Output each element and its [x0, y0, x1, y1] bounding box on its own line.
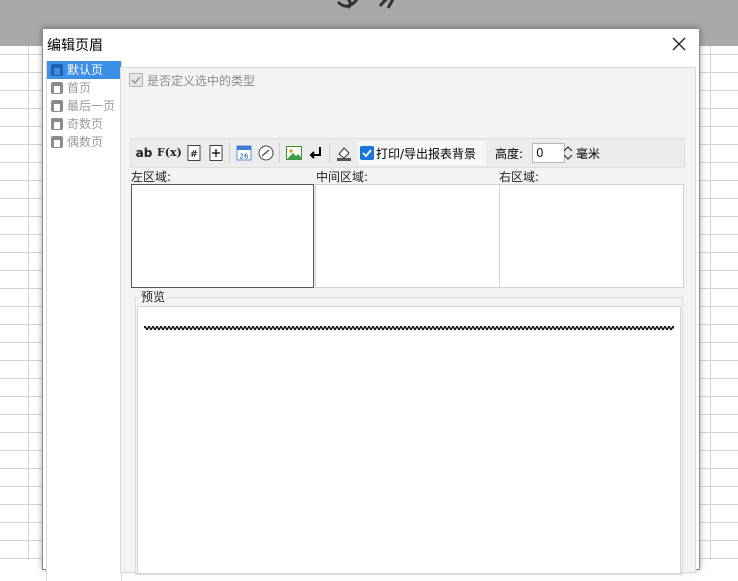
print-background-option: 打印/导出报表背景 — [358, 141, 486, 165]
insert-toolbar: ab F(x) # 26 打印/导出报表背景 高度: 0 毫米 — [130, 138, 685, 168]
svg-text:#: # — [190, 149, 198, 160]
page-icon — [51, 118, 63, 130]
height-spinner-icon[interactable] — [562, 143, 574, 163]
date-icon[interactable]: 26 — [235, 144, 253, 162]
dialog-title: 编辑页眉 — [47, 38, 103, 54]
nav-item-label: 偶数页 — [67, 135, 104, 149]
custom-type-checkbox-row: 是否定义选中的类型 — [129, 72, 255, 90]
time-icon[interactable] — [257, 144, 275, 162]
nav-item-odd-page[interactable]: 奇数页 — [47, 115, 121, 133]
close-icon[interactable] — [669, 34, 689, 54]
total-pages-icon[interactable] — [207, 144, 225, 162]
left-region-editor[interactable] — [131, 184, 314, 288]
edit-header-dialog: 编辑页眉 默认页 首页 最后一页 奇数页 偶数页 是否定义选中的类型 ab F(… — [42, 28, 700, 581]
page-icon — [51, 64, 63, 76]
header-line-divider — [144, 325, 674, 331]
background-fill-icon[interactable] — [335, 144, 353, 162]
custom-type-label: 是否定义选中的类型 — [147, 74, 256, 88]
toolbar-separator — [229, 143, 230, 163]
left-region-label: 左区域: — [131, 170, 172, 184]
header-settings-panel: 是否定义选中的类型 ab F(x) # 26 打印/导出报表背景 高度: 0 毫… — [120, 67, 696, 575]
right-region-editor[interactable] — [499, 184, 684, 288]
svg-text:26: 26 — [240, 153, 249, 161]
unit-label: 毫米 — [576, 147, 601, 161]
toolbar-separator — [279, 143, 280, 163]
right-region-label: 右区域: — [499, 170, 540, 184]
custom-type-checkbox[interactable] — [129, 73, 143, 87]
height-input[interactable]: 0 — [532, 143, 565, 163]
page-type-list: 默认页 首页 最后一页 奇数页 偶数页 — [46, 61, 122, 581]
print-background-label: 打印/导出报表背景 — [376, 147, 477, 161]
page-number-icon[interactable]: # — [185, 144, 203, 162]
nav-item-even-page[interactable]: 偶数页 — [47, 133, 121, 151]
preview-label: 预览 — [139, 288, 168, 305]
text-icon[interactable]: ab — [135, 144, 153, 162]
nav-item-last-page[interactable]: 最后一页 — [47, 97, 121, 115]
center-region-editor[interactable] — [315, 184, 500, 288]
logo-fragment-icon — [336, 0, 395, 10]
preview-area — [137, 306, 681, 574]
height-label: 高度: — [495, 147, 524, 161]
nav-item-label: 首页 — [67, 81, 92, 95]
page-icon — [51, 136, 63, 148]
nav-item-default-page[interactable]: 默认页 — [47, 61, 121, 79]
page-icon — [51, 82, 63, 94]
print-background-checkbox[interactable] — [360, 146, 374, 160]
toolbar-separator — [329, 143, 330, 163]
newline-icon[interactable] — [307, 144, 325, 162]
nav-item-label: 奇数页 — [67, 117, 104, 131]
page-icon — [51, 100, 63, 112]
formula-icon[interactable]: F(x) — [157, 144, 182, 162]
image-icon[interactable] — [285, 144, 303, 162]
center-region-label: 中间区域: — [316, 170, 369, 184]
dialog-titlebar: 编辑页眉 — [43, 29, 699, 59]
nav-item-first-page[interactable]: 首页 — [47, 79, 121, 97]
nav-item-label: 默认页 — [67, 63, 104, 77]
nav-item-label: 最后一页 — [67, 99, 116, 113]
